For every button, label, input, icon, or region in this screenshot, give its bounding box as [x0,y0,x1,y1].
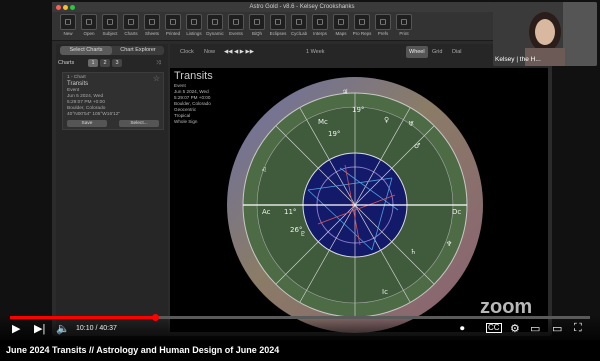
wheel-glyph: Ac [262,208,271,216]
wheel-glyph: Ic [382,288,388,296]
wheel-glyph: ♌ [261,166,267,174]
wheel-glyph: ♂ [414,142,420,150]
wheel-glyph: ♆ [446,240,452,248]
settings-gear-icon[interactable]: ⚙ [510,322,520,335]
webcam-name: Kelsey | the H... [495,56,541,63]
wheel-glyph: 19° [352,106,364,114]
next-icon[interactable]: ▶| [34,322,45,335]
wheel-glyph: ♅ [408,120,414,128]
autoplay-toggle-icon[interactable]: ⏺ [460,323,465,334]
time-display: 10:10 / 40:37 [76,325,117,332]
wheel-glyph: ♀ [384,116,389,124]
captions-icon[interactable]: CC [486,323,502,333]
volume-icon[interactable]: 🔈 [56,322,70,335]
wheel-glyph: 11° [284,208,296,216]
video-title: June 2024 Transits // Astrology and Huma… [6,345,280,355]
wheel-glyph: ♃ [342,88,348,96]
progress-fill [10,316,155,319]
miniplayer-icon[interactable]: ▭ [530,322,540,335]
wheel-glyph: Dc [452,208,461,216]
wheel-glyph: 19° [328,130,340,138]
progress-knob[interactable] [152,314,159,321]
wheel-glyph: 26° [290,226,302,234]
theater-icon[interactable]: ▭ [552,322,562,335]
video-frame[interactable]: Astro Gold - v8.6 - Kelsey Crookshanks ◻… [0,0,600,340]
webcam-overlay: Kelsey | the H... [493,2,597,66]
fullscreen-icon[interactable]: ⛶ [574,322,582,335]
progress-bar[interactable] [10,314,590,321]
wheel-glyph: ♄ [410,248,416,256]
play-icon[interactable]: ▶ [12,322,20,335]
wheel-glyph: Mc [318,118,328,126]
